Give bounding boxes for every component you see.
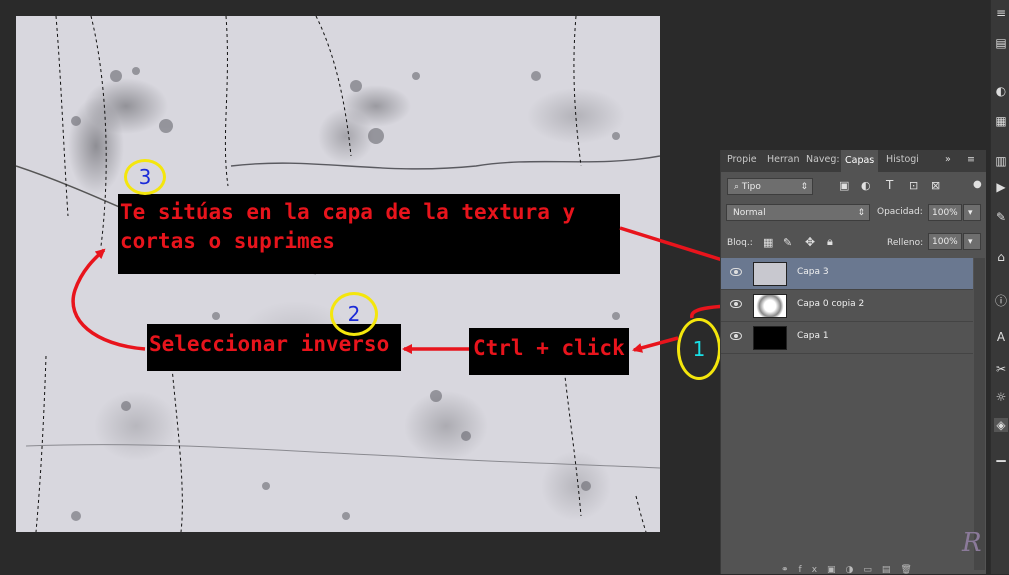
layer-name[interactable]: Capa 1 [797, 331, 829, 341]
visibility-eye-icon[interactable] [730, 300, 742, 308]
filter-type-icon[interactable]: T [886, 178, 893, 192]
lock-move-icon[interactable]: ✥ [805, 235, 815, 249]
clone-icon[interactable]: ⌂ [994, 250, 1008, 264]
opacity-field[interactable]: 100% [928, 204, 962, 221]
arrow-to-ctrl-click [632, 336, 679, 353]
lock-all-icon[interactable]: 🔒︎ [827, 235, 833, 249]
filter-adjustment-icon[interactable]: ◐ [861, 179, 871, 192]
tab-propiedades[interactable]: Propie [727, 154, 757, 165]
panel-expand-icon[interactable]: » [945, 154, 951, 165]
filter-image-icon[interactable]: ▣ [839, 179, 849, 192]
fill-field[interactable]: 100% [928, 233, 962, 250]
layer-row[interactable]: Capa 0 copia 2 [721, 290, 973, 322]
blend-mode-select[interactable]: Normal ⇕ [726, 204, 870, 221]
history-icon[interactable]: ≡ [994, 6, 1008, 20]
visibility-eye-icon[interactable] [730, 268, 742, 276]
tab-herramientas[interactable]: Herran [767, 154, 799, 165]
tab-navegador[interactable]: Naveg: [806, 154, 840, 165]
fill-label: Relleno: [887, 238, 924, 248]
layers-icon[interactable]: ◈ [994, 418, 1008, 432]
layers-panel: Propie Herran Naveg: Capas Histogi » ≡ ⌕… [720, 150, 986, 575]
histogram-icon[interactable]: ▁ [994, 448, 1008, 462]
panel-icon[interactable]: ▤ [994, 36, 1008, 50]
info-icon[interactable]: ⓘ [994, 294, 1008, 308]
opacity-value: 100% [932, 208, 958, 218]
opacity-dropdown-icon[interactable]: ▾ [963, 204, 981, 221]
watermark-logo: R [962, 528, 982, 558]
filter-kind-select[interactable]: ⌕ Tipo ⇕ [727, 178, 813, 195]
filter-smart-icon[interactable]: ⊠ [931, 179, 940, 192]
fill-value: 100% [932, 237, 958, 247]
panel-menu-icon[interactable]: ≡ [967, 154, 975, 165]
right-toolbar: ≡ ▤ ◐ ▦ ▥ ▶ ✎ ⌂ ⓘ A ✂ ☼ ◈ ▁ [990, 0, 1009, 574]
visibility-eye-icon[interactable] [730, 332, 742, 340]
tools-icon[interactable]: ✂ [994, 362, 1008, 376]
blend-mode-value: Normal [733, 208, 766, 218]
lock-transparent-icon[interactable]: ▦ [763, 236, 773, 249]
swatches-icon[interactable]: ▦ [994, 114, 1008, 128]
lock-brush-icon[interactable]: ✎ [783, 236, 792, 249]
layer-name[interactable]: Capa 0 copia 2 [797, 299, 864, 309]
adjustments-icon[interactable]: ☼ [994, 390, 1008, 404]
layer-name[interactable]: Capa 3 [797, 267, 829, 277]
layers-scrollbar[interactable] [974, 258, 985, 570]
brush-icon[interactable]: ✎ [994, 210, 1008, 224]
dropdown-arrow-icon: ⇕ [800, 182, 808, 192]
opacity-label: Opacidad: [877, 207, 923, 217]
layer-row[interactable]: Capa 1 [721, 322, 973, 354]
filter-shape-icon[interactable]: ⊡ [909, 179, 918, 192]
filter-toggle-icon[interactable]: ● [973, 179, 982, 190]
layer-thumbnail[interactable] [753, 294, 787, 318]
play-icon[interactable]: ▶ [994, 180, 1008, 194]
layer-row[interactable]: Capa 3 [721, 258, 973, 290]
dropdown-arrow-icon: ⇕ [857, 208, 865, 218]
arrow-to-step3 [71, 248, 146, 351]
properties-icon[interactable]: ▥ [994, 154, 1008, 168]
lock-label: Bloq.: [727, 238, 753, 248]
character-icon[interactable]: A [994, 330, 1008, 344]
layer-thumbnail[interactable] [753, 326, 787, 350]
tab-historia[interactable]: Histogi [886, 154, 919, 165]
panel-tabs: Propie Herran Naveg: Capas Histogi » ≡ [721, 150, 986, 172]
search-icon: ⌕ [734, 182, 742, 192]
filter-kind-value: Tipo [741, 182, 761, 192]
layer-thumbnail[interactable] [753, 262, 787, 286]
color-icon[interactable]: ◐ [994, 84, 1008, 98]
tab-capas[interactable]: Capas [841, 150, 879, 172]
fill-dropdown-icon[interactable]: ▾ [963, 233, 981, 250]
